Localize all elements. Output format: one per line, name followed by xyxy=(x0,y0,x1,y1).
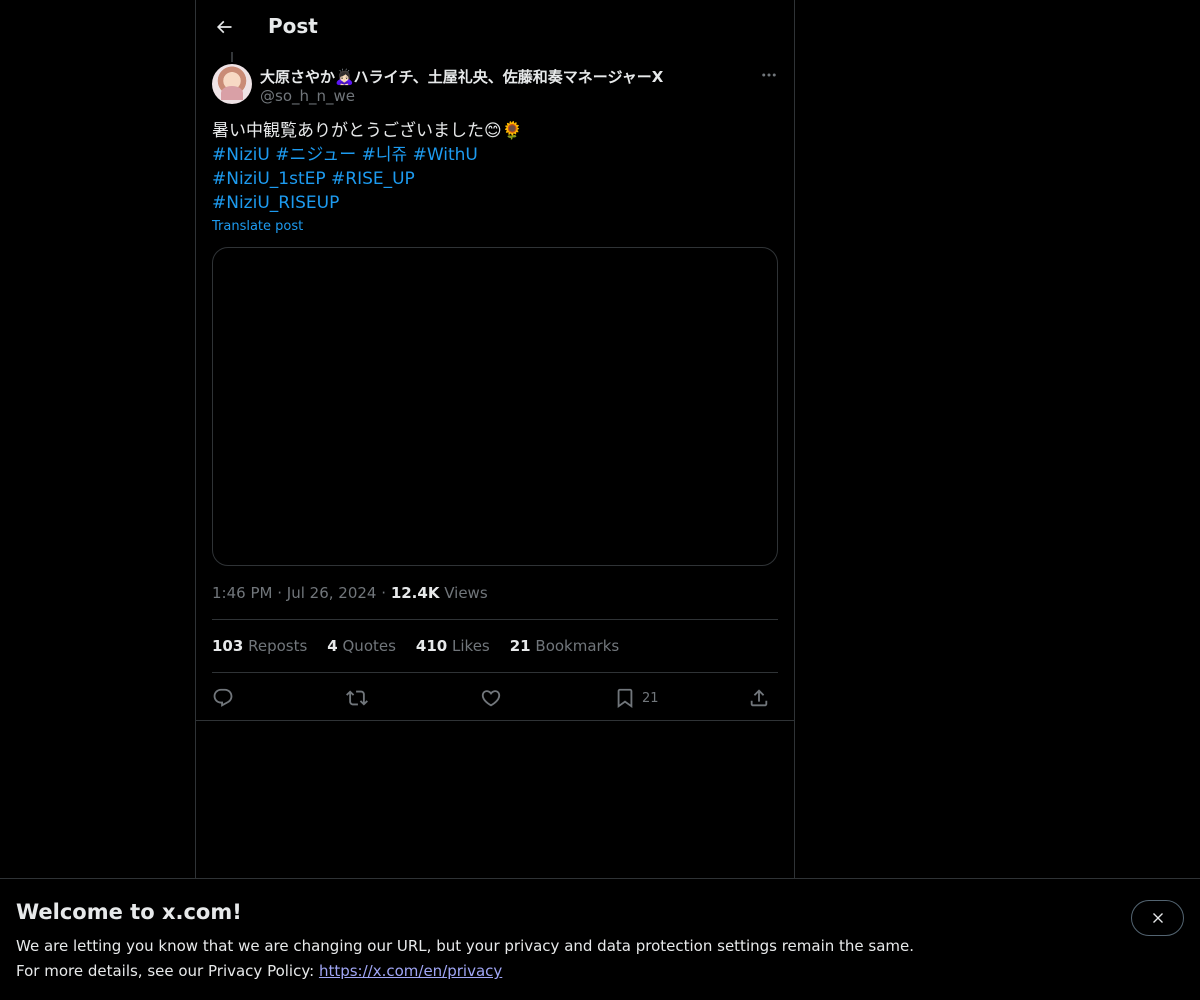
repost-icon xyxy=(346,690,368,706)
bookmarks-label: Bookmarks xyxy=(535,637,620,655)
views-label: Views xyxy=(444,584,488,602)
bookmark-count: 21 xyxy=(642,690,659,706)
banner-privacy-prefix: For more details, see our Privacy Policy… xyxy=(16,962,319,980)
reposts-count: 103 xyxy=(212,637,244,655)
translate-post-link[interactable]: Translate post xyxy=(212,219,303,234)
page-header: Post xyxy=(196,0,794,54)
hashtag-link[interactable]: #NiziU_RISEUP xyxy=(212,193,339,213)
post-body: 暑い中観覧ありがとうございました😊🌻 #NiziU #ニジュー #니쥬 #Wit… xyxy=(212,119,778,215)
hashtag-link[interactable]: #RISE_UP xyxy=(331,169,415,189)
hashtag-link[interactable]: #ニジュー xyxy=(275,145,356,165)
banner-title: Welcome to x.com! xyxy=(16,900,242,924)
reply-button[interactable] xyxy=(212,683,234,713)
likes-count: 410 xyxy=(415,637,448,655)
media-video[interactable] xyxy=(212,247,778,566)
meta-separator: · xyxy=(277,584,283,602)
page-title: Post xyxy=(268,14,318,38)
share-button[interactable] xyxy=(748,683,770,713)
action-bar: 21 xyxy=(212,683,778,713)
reposts-label: Reposts xyxy=(248,637,308,655)
banner-text: We are letting you know that we are chan… xyxy=(16,937,915,955)
hashtag-link[interactable]: #NiziU_1stEP xyxy=(212,169,326,189)
hashtag-line: #NiziU_RISEUP xyxy=(212,191,778,215)
hashtag-link[interactable]: #WithU xyxy=(413,145,478,165)
divider xyxy=(212,619,778,620)
primary-column: Post 大原さやか🙇🏻‍♀️ハライチ、土屋礼央、佐藤和奏マネージャーX @so… xyxy=(195,0,795,1000)
post-date[interactable]: Jul 26, 2024 xyxy=(287,584,377,602)
hashtag-link[interactable]: #NiziU xyxy=(212,145,270,165)
bookmark-button[interactable]: 21 xyxy=(614,683,659,713)
engagement-stats: 103 Reposts 4 Quotes 410 Likes 21 Bookma… xyxy=(212,637,619,655)
heart-icon xyxy=(481,690,501,707)
close-icon xyxy=(1152,913,1163,923)
bookmark-icon xyxy=(617,688,633,709)
avatar[interactable] xyxy=(212,64,252,104)
quotes-count: 4 xyxy=(327,637,338,655)
author-handle[interactable]: @so_h_n_we xyxy=(260,87,355,105)
hashtag-line: #NiziU_1stEP #RISE_UP xyxy=(212,167,778,191)
hashtag-line: #NiziU #ニジュー #니쥬 #WithU xyxy=(212,143,778,167)
likes-label: Likes xyxy=(452,637,490,655)
banner-privacy-line: For more details, see our Privacy Policy… xyxy=(16,962,502,980)
reposts-stat[interactable]: 103 Reposts xyxy=(212,637,307,655)
back-button[interactable] xyxy=(208,11,240,43)
likes-stat[interactable]: 410 Likes xyxy=(416,637,490,655)
privacy-policy-link[interactable]: https://x.com/en/privacy xyxy=(319,962,502,980)
more-icon xyxy=(762,73,776,77)
share-icon xyxy=(750,689,768,707)
post-time[interactable]: 1:46 PM xyxy=(212,584,272,602)
bookmarks-count: 21 xyxy=(509,637,531,655)
quotes-label: Quotes xyxy=(342,637,396,655)
thread-line xyxy=(231,52,233,62)
quotes-stat[interactable]: 4 Quotes xyxy=(327,637,396,655)
author-display-name[interactable]: 大原さやか🙇🏻‍♀️ハライチ、土屋礼央、佐藤和奏マネージャーX xyxy=(260,66,663,87)
close-banner-button[interactable] xyxy=(1131,900,1184,936)
repost-button[interactable] xyxy=(346,683,368,713)
views-count: 12.4K xyxy=(390,584,440,602)
meta-separator: · xyxy=(381,584,387,602)
url-change-banner: Welcome to x.com! We are letting you kno… xyxy=(0,878,1200,1000)
hashtag-link[interactable]: #니쥬 xyxy=(362,145,408,165)
like-button[interactable] xyxy=(480,683,502,713)
divider xyxy=(196,720,794,721)
divider xyxy=(212,672,778,673)
post-meta: 1:46 PM · Jul 26, 2024 · 12.4K Views xyxy=(212,584,488,602)
post-text: 暑い中観覧ありがとうございました😊🌻 xyxy=(212,121,523,141)
more-options-button[interactable] xyxy=(758,66,780,84)
bookmarks-stat[interactable]: 21 Bookmarks xyxy=(510,637,619,655)
arrow-left-icon xyxy=(216,20,232,34)
reply-icon xyxy=(213,688,233,707)
